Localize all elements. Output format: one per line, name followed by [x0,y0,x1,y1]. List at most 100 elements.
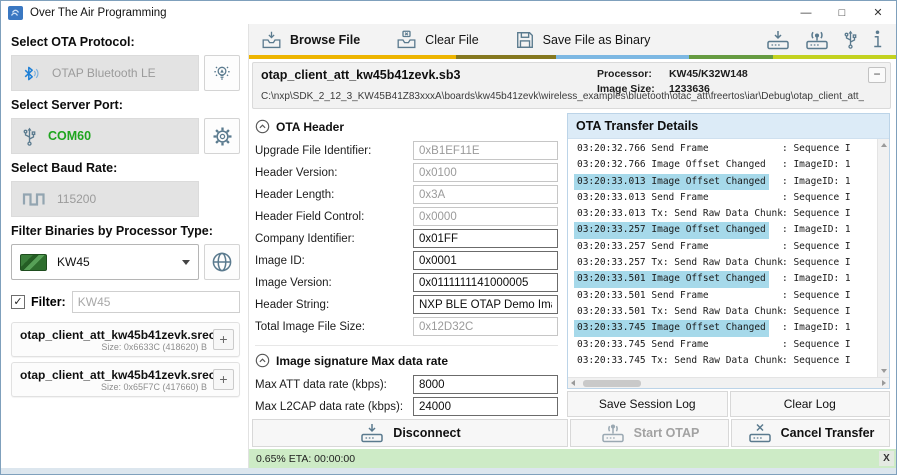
log-message: 03:20:33.257 Image Offset Changed [574,222,769,238]
sidebar: Select OTA Protocol: OTAP Bluetooth LE S… [1,24,249,468]
log-row[interactable]: 03:20:33.501 Send Frame : Sequence I [568,288,877,304]
log-row[interactable]: 03:20:33.257 Image Offset Changed : Imag… [568,222,877,238]
start-otap-icon [600,422,626,444]
log-row[interactable]: 03:20:33.745 Tx: Send Raw Data Chunk : S… [568,353,877,369]
log-row[interactable]: 03:20:33.013 Send Frame : Sequence I [568,190,877,206]
form-field-row: Image Version: [255,273,558,292]
start-otap-button[interactable]: Start OTAP [570,419,729,447]
start-otap-label: Start OTAP [634,426,700,440]
lightbulb-icon [211,62,233,84]
log-message: 03:20:33.745 Tx: Send Raw Data Chunk [574,353,786,369]
form-field-row: Max L2CAP data rate (kbps): [255,397,558,416]
server-port-button[interactable]: COM60 [11,118,199,154]
disconnect-button[interactable]: Disconnect [252,419,568,447]
log-row[interactable]: 03:20:33.257 Send Frame : Sequence I [568,239,877,255]
field-input[interactable] [413,375,558,394]
browse-processors-button[interactable] [204,244,240,280]
log-row[interactable]: 03:20:33.257 Tx: Send Raw Data Chunk : S… [568,255,877,271]
binary-file-name: otap_client_att_kw45b41zevk.srec [20,368,207,382]
baud-heading: Select Baud Rate: [11,161,240,175]
log-vertical-scrollbar[interactable] [877,139,889,377]
log-row[interactable]: 03:20:33.745 Send Frame : Sequence I [568,337,877,353]
processor-value: KW45 [57,255,90,269]
scroll-left-icon[interactable] [571,380,575,386]
scroll-down-icon[interactable] [881,369,887,373]
clear-log-button[interactable]: Clear Log [730,391,891,417]
form-field-row: Header String: [255,295,558,314]
field-input[interactable] [413,185,558,204]
minimize-button[interactable]: — [788,1,824,24]
field-input[interactable] [413,317,558,336]
filter-checkbox[interactable] [11,295,25,309]
field-input[interactable] [413,207,558,226]
form-field-row: Upgrade File Identifier: [255,141,558,160]
maximize-button[interactable]: □ [824,1,860,24]
gear-icon [211,125,234,148]
log-detail: : ImageID: 1 [782,157,851,173]
signature-section-toggle[interactable]: Image signature Max data rate [255,353,558,368]
log-message: 03:20:33.501 Send Frame [574,288,712,304]
usb-icon [22,126,37,147]
filter-input[interactable] [72,291,240,313]
log-message: 03:20:33.013 Image Offset Changed [574,174,769,190]
filter-label: Filter: [31,295,66,309]
cancel-transfer-button[interactable]: Cancel Transfer [731,419,890,447]
field-input[interactable] [413,229,558,248]
binary-file-item[interactable]: otap_client_att_kw45b41zevk.srec Size: 0… [11,362,240,397]
protocol-heading: Select OTA Protocol: [11,35,240,49]
transfer-details-title: OTA Transfer Details [568,114,889,139]
log-row[interactable]: 03:20:32.766 Send Frame : Sequence I [568,141,877,157]
scroll-up-icon[interactable] [881,143,887,147]
log-detail: : Sequence I [782,288,851,304]
field-input[interactable] [413,295,558,314]
log-row[interactable]: 03:20:33.501 Image Offset Changed : Imag… [568,271,877,287]
usb-port-icon[interactable] [843,29,858,50]
log-horizontal-scrollbar[interactable] [568,377,889,388]
log-row[interactable]: 03:20:33.501 Tx: Send Raw Data Chunk : S… [568,304,877,320]
wireless-device-icon[interactable] [804,29,830,51]
log-row[interactable]: 03:20:33.013 Image Offset Changed : Imag… [568,174,877,190]
signature-fields: Max ATT data rate (kbps): Max L2CAP data… [255,375,558,416]
field-input[interactable] [413,273,558,292]
field-input[interactable] [413,397,558,416]
log-message: 03:20:33.745 Image Offset Changed [574,320,769,336]
field-label: Header Length: [255,189,413,201]
browse-file-button[interactable]: Browse File [261,30,360,50]
statusbar-close-button[interactable]: X [879,451,894,466]
log-row[interactable]: 03:20:33.745 Image Offset Changed : Imag… [568,320,877,336]
ota-header-fields: Upgrade File Identifier: Header Version:… [255,141,558,336]
log-row[interactable]: 03:20:33.013 Tx: Send Raw Data Chunk : S… [568,206,877,222]
protocol-button[interactable]: OTAP Bluetooth LE [11,55,199,91]
image-size-value: 1233636 [669,83,710,95]
log-detail: : Sequence I [782,141,851,157]
add-file-button[interactable]: + [213,369,234,390]
app-icon [8,6,23,20]
clear-file-button[interactable]: Clear File [396,30,479,50]
field-input[interactable] [413,141,558,160]
identify-device-button[interactable] [204,55,240,91]
globe-icon [210,250,234,274]
scroll-right-icon[interactable] [882,380,886,386]
connect-device-icon[interactable] [765,29,791,51]
close-button[interactable]: ✕ [860,1,896,24]
log-row[interactable]: 03:20:32.766 Image Offset Changed : Imag… [568,157,877,173]
save-binary-button[interactable]: Save File as Binary [515,30,651,50]
binary-file-item[interactable]: otap_client_att_kw45b41zevk.srec Size: 0… [11,322,240,357]
scrollbar-thumb[interactable] [583,380,641,387]
save-session-log-button[interactable]: Save Session Log [567,391,728,417]
board-thumbnail [20,254,47,271]
info-icon[interactable] [871,29,884,50]
field-input[interactable] [413,251,558,270]
section-divider [255,345,558,346]
processor-dropdown[interactable]: KW45 [11,244,199,280]
port-settings-button[interactable] [204,118,240,154]
collapse-panel-button[interactable]: − [868,67,886,83]
field-input[interactable] [413,163,558,182]
form-field-row: Company Identifier: [255,229,558,248]
baud-rate-button[interactable]: 115200 [11,181,199,217]
ota-header-section-toggle[interactable]: OTA Header [255,119,558,134]
binary-file-size: Size: 0x6633C (418620) B [20,342,207,352]
transfer-log: 03:20:32.766 Send Frame : Sequence I 03:… [568,139,877,377]
add-file-button[interactable]: + [213,329,234,350]
server-port-value: COM60 [48,129,91,143]
